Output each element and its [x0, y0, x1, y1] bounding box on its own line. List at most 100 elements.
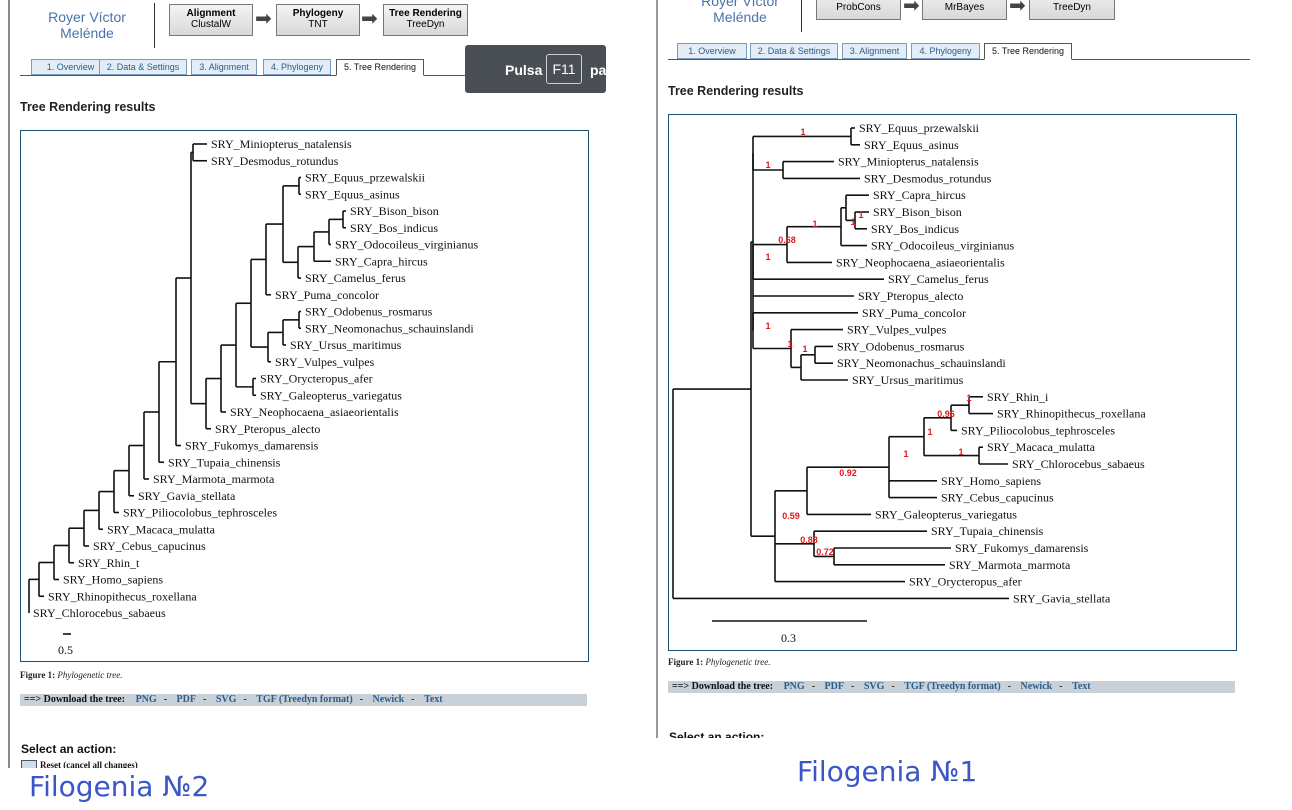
pipeline-step-phylogeny[interactable]: MrBayes: [922, 0, 1007, 20]
section-title: Tree Rendering results: [20, 100, 156, 114]
right-panel: Royer Víctor Melénde ProbCons ➡ MrBayes …: [656, 0, 1260, 738]
tip-label: SRY_Fukomys_damarensis: [955, 541, 1089, 555]
tip-label: SRY_Cebus_capucinus: [93, 539, 206, 553]
author-name[interactable]: Royer Víctor Melénde: [685, 0, 795, 25]
caption-label: Figure 1:: [668, 657, 704, 667]
tip-label: SRY_Chlorocebus_sabaeus: [33, 606, 166, 620]
download-bar: ==> Download the tree: PNG - PDF - SVG - TG…: [20, 694, 587, 706]
tip-label: SRY_Equus_asinus: [305, 187, 400, 201]
download-tgf-link[interactable]: TGF (Treedyn format): [256, 694, 352, 705]
tip-label: SRY_Piliocolobus_tephrosceles: [123, 506, 277, 520]
support-value: 0.68: [778, 235, 796, 245]
download-newick-link[interactable]: Newick: [1021, 681, 1053, 692]
left-panel: Royer Víctor Melénde Alignment ClustalW …: [0, 0, 606, 768]
tip-label: SRY_Bison_bison: [350, 204, 439, 218]
support-value: 1: [850, 217, 855, 227]
download-svg-link[interactable]: SVG: [216, 694, 237, 705]
tab-overview[interactable]: 1. Overview: [677, 43, 747, 59]
download-svg-link[interactable]: SVG: [864, 681, 885, 692]
tip-label: SRY_Miniopterus_natalensis: [838, 155, 979, 169]
f11-key-icon: F11: [546, 54, 582, 84]
pipeline-step-tool: MrBayes: [944, 2, 985, 13]
phylogenetic-tree: SRY_Equus_przewalskii SRY_Equus_asinus SRY…: [672, 121, 1146, 645]
tab-data-settings[interactable]: 2. Data & Settings: [99, 59, 187, 75]
tip-label: SRY_Vulpes_vulpes: [847, 323, 947, 337]
support-value: 1: [903, 449, 908, 459]
author-name[interactable]: Royer Víctor Melénde: [32, 9, 142, 41]
pipeline-step-tree-rendering[interactable]: TreeDyn: [1029, 0, 1115, 20]
download-tgf-link[interactable]: TGF (Treedyn format): [904, 681, 1000, 692]
pipeline-step-tool: TreeDyn: [406, 19, 445, 30]
tip-label: SRY_Puma_concolor: [275, 288, 379, 302]
scale-label: 0.3: [781, 631, 796, 645]
tip-label: SRY_Desmodus_rotundus: [864, 171, 992, 185]
tip-label: SRY_Camelus_ferus: [888, 272, 989, 286]
pipeline-step-tool: TNT: [308, 19, 328, 30]
section-title: Tree Rendering results: [668, 84, 804, 98]
tip-label: SRY_Equus_asinus: [864, 138, 959, 152]
header-separator: [154, 3, 155, 48]
tip-label: SRY_Tupaia_chinensis: [931, 524, 1044, 538]
pipeline-step-tree-rendering[interactable]: Tree Rendering TreeDyn: [383, 4, 468, 36]
pipeline-step-alignment[interactable]: ProbCons: [816, 0, 901, 20]
download-text-link[interactable]: Text: [424, 694, 443, 705]
download-pdf-link[interactable]: PDF: [825, 681, 844, 692]
arrow-right-icon: ➡: [1009, 0, 1026, 17]
tip-label: SRY_Chlorocebus_sabaeus: [1012, 457, 1145, 471]
tip-label: SRY_Neomonachus_schauinslandi: [305, 321, 474, 335]
pipeline-step-phylogeny[interactable]: Phylogeny TNT: [276, 4, 360, 36]
tip-label: SRY_Bos_indicus: [871, 222, 959, 236]
download-bar: ==> Download the tree: PNG - PDF - SVG - TG…: [668, 681, 1235, 693]
left-border: [8, 0, 10, 768]
support-value: 1: [927, 427, 932, 437]
pipeline-step-tool: ProbCons: [836, 2, 881, 13]
tip-label: SRY_Marmota_marmota: [949, 558, 1071, 572]
download-png-link[interactable]: PNG: [784, 681, 805, 692]
fullscreen-toast: Pulsa F11 pa: [465, 45, 606, 93]
tip-label: SRY_Cebus_capucinus: [941, 491, 1054, 505]
tip-label: SRY_Neomonachus_schauinslandi: [837, 356, 1006, 370]
label-filogenia-1: Filogenia №1: [797, 755, 978, 788]
tip-label: SRY_Bos_indicus: [350, 221, 438, 235]
tip-label: SRY_Equus_przewalskii: [305, 171, 426, 185]
phylogenetic-tree: SRY_Miniopterus_natalensis SRY_Desmodus_r…: [28, 137, 478, 657]
tip-label: SRY_Equus_przewalskii: [859, 121, 980, 135]
support-value: 1: [765, 252, 770, 262]
reset-checkbox[interactable]: [21, 760, 37, 768]
tip-label: SRY_Bison_bison: [873, 205, 962, 219]
tab-alignment[interactable]: 3. Alignment: [842, 43, 907, 59]
caption-text: Phylogenetic tree.: [705, 657, 771, 667]
download-label: ==> Download the tree:: [24, 694, 126, 705]
reset-option[interactable]: Reset (cancel all changes): [21, 760, 138, 768]
download-text-link[interactable]: Text: [1072, 681, 1091, 692]
download-newick-link[interactable]: Newick: [373, 694, 405, 705]
header-separator: [801, 0, 802, 32]
tab-data-settings[interactable]: 2. Data & Settings: [750, 43, 838, 59]
support-value: 1: [966, 393, 971, 403]
tab-alignment[interactable]: 3. Alignment: [191, 59, 257, 75]
action-title: Select an action:: [669, 730, 765, 738]
download-png-link[interactable]: PNG: [136, 694, 157, 705]
toast-prefix: Pulsa: [505, 62, 543, 78]
support-value: 1: [812, 219, 817, 229]
tab-phylogeny[interactable]: 4. Phylogeny: [263, 59, 331, 75]
figure-caption: Figure 1: Phylogenetic tree.: [668, 657, 770, 667]
download-pdf-link[interactable]: PDF: [177, 694, 196, 705]
caption-label: Figure 1:: [20, 670, 56, 680]
arrow-right-icon: ➡: [361, 8, 378, 30]
support-value: 1: [802, 344, 807, 354]
tip-label: SRY_Neophocaena_asiaeorientalis: [230, 405, 399, 419]
tip-label: SRY_Galeopterus_variegatus: [260, 388, 402, 402]
tip-label: SRY_Capra_hircus: [335, 254, 428, 268]
tab-phylogeny[interactable]: 4. Phylogeny: [911, 43, 980, 59]
pipeline-step-alignment[interactable]: Alignment ClustalW: [169, 4, 253, 36]
tip-label: SRY_Puma_concolor: [862, 306, 966, 320]
right-border: [656, 0, 658, 738]
tab-tree-rendering[interactable]: 5. Tree Rendering: [984, 43, 1072, 60]
tip-label: SRY_Camelus_ferus: [305, 271, 406, 285]
support-value: 1: [958, 447, 963, 457]
tip-label: SRY_Galeopterus_variegatus: [875, 507, 1017, 521]
tab-tree-rendering[interactable]: 5. Tree Rendering: [336, 59, 424, 76]
tip-label: SRY_Orycteropus_afer: [260, 372, 373, 386]
tip-label: SRY_Capra_hircus: [873, 188, 966, 202]
